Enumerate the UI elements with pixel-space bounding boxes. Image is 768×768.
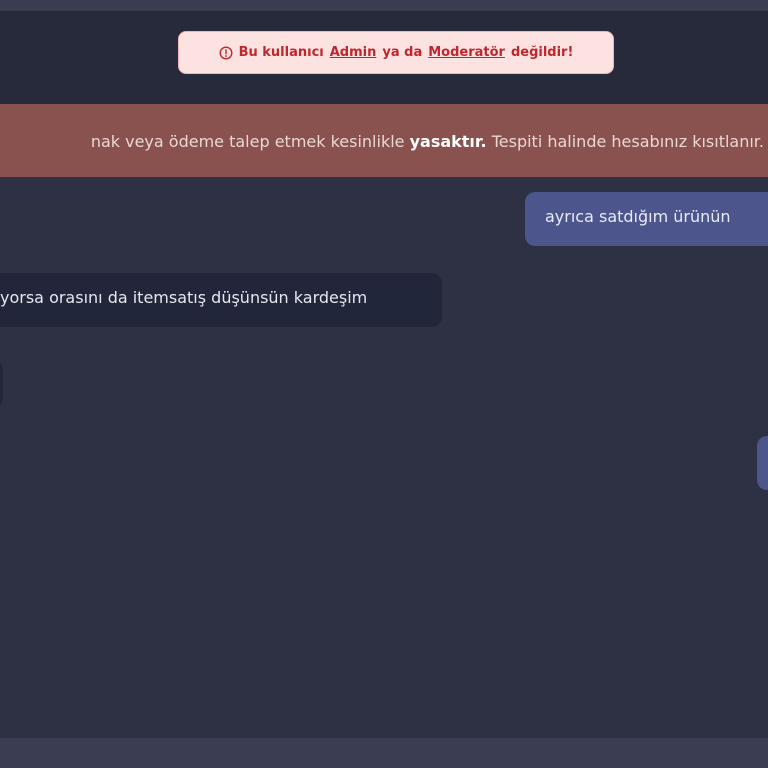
message-text: ayrıca satdığım ürünün: [545, 207, 731, 226]
warning-text-after: Tespiti halinde hesabınız kısıtlanır.: [491, 132, 764, 151]
alert-middle: ya da: [382, 45, 423, 60]
message-text: yorsa orasını da itemsatış düşünsün kard…: [0, 288, 368, 307]
top-strip: [0, 0, 768, 11]
message-incoming: yorsa orasını da itemsatış düşünsün kard…: [0, 273, 442, 327]
alert-prefix: Bu kullanıcı: [238, 45, 324, 60]
message-outgoing: [757, 436, 768, 490]
alert-suffix: değildir!: [510, 45, 574, 60]
warning-text-bold: yasaktır.: [409, 132, 487, 151]
message-outgoing: ayrıca satdığım ürünün: [525, 192, 768, 246]
admin-link[interactable]: Admin: [330, 45, 377, 60]
payment-warning-banner: nak veya ödeme talep etmek kesinlikle ya…: [0, 104, 768, 177]
moderator-link[interactable]: Moderatör: [428, 45, 505, 60]
warning-text-before: nak veya ödeme talep etmek kesinlikle: [90, 132, 405, 151]
message-incoming: [0, 360, 3, 408]
message-composer-bar: [0, 738, 768, 768]
not-admin-alert: Bu kullanıcı Admin ya da Moderatör değil…: [178, 31, 614, 74]
alert-circle-icon: [219, 45, 233, 60]
warning-text: nak veya ödeme talep etmek kesinlikle ya…: [91, 132, 764, 151]
message-list[interactable]: ayrıca satdığım ürünün yorsa orasını da …: [0, 177, 768, 738]
